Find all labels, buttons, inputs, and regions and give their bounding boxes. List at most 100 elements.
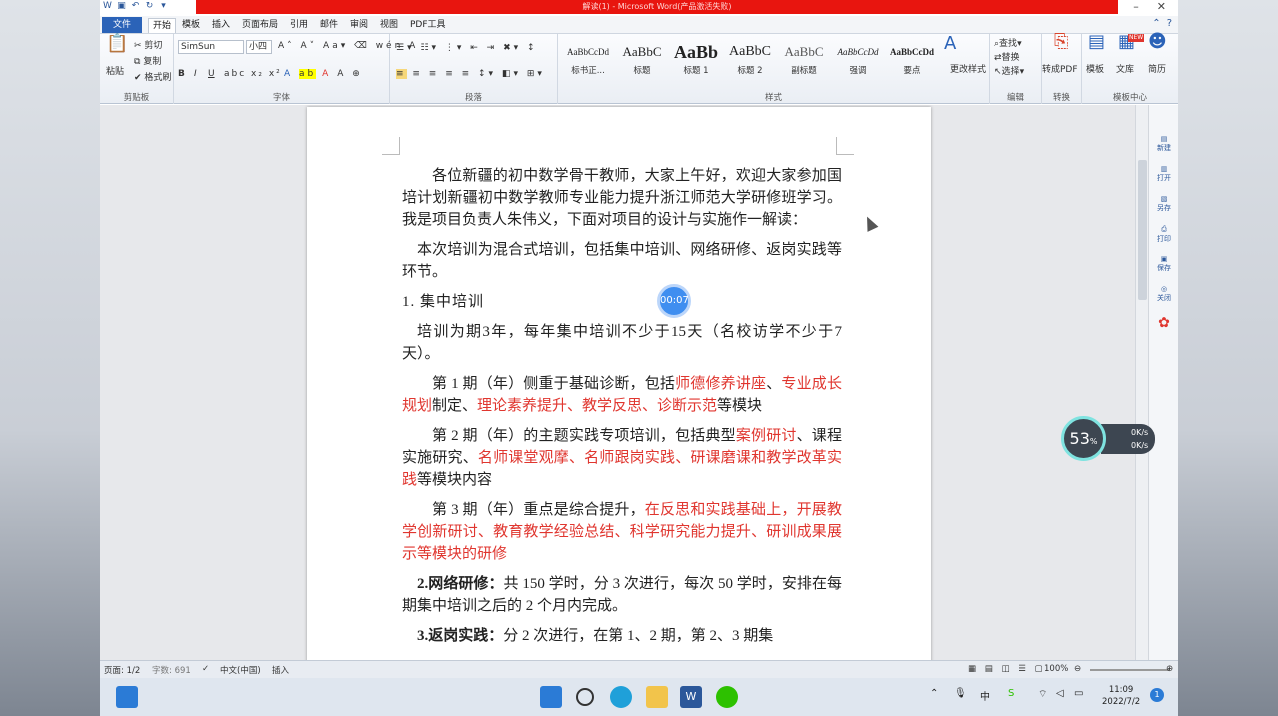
document-page[interactable]: 各位新疆的初中数学骨干教师，大家上午好，欢迎大家参加国培计划新疆初中数学教师专业… [307, 107, 931, 660]
panel-item-close[interactable]: ◎ 关闭 [1157, 285, 1171, 303]
underline-button[interactable]: U [208, 68, 215, 80]
battery-icon[interactable]: ▭ [1074, 688, 1083, 699]
zoom-level[interactable]: 100% [1044, 664, 1068, 674]
style-item[interactable]: AaBbCcDd 要点 [886, 40, 938, 86]
style-item[interactable]: AaBbC 副标题 [778, 40, 830, 86]
undo-icon[interactable]: ↶ [130, 1, 141, 12]
tray-overflow-icon[interactable]: ⌃ [930, 688, 938, 699]
tab-pdf-tools[interactable]: PDF工具 [406, 18, 450, 33]
vertical-scrollbar[interactable] [1135, 105, 1148, 660]
list-buttons[interactable]: ☰▾ ☷▾ ⋮▾ ⇤ ⇥ ✖▾ ↕ [396, 42, 538, 54]
tab-home[interactable]: 开始 [148, 18, 177, 33]
search-icon[interactable] [576, 688, 594, 706]
tab-review[interactable]: 审阅 [346, 18, 372, 33]
format-painter-button[interactable]: ✔ 格式刷 [134, 72, 171, 84]
side-panel: ▤ 新建 ▥ 打开 ▧ 另存 ⎙ 打印 ▣ 保存 ◎ 关闭 ✿ [1148, 105, 1178, 660]
style-item[interactable]: AaBbCcDd 强调 [832, 40, 884, 86]
language[interactable]: 中文(中国) [220, 664, 261, 676]
font-name-select[interactable]: SimSun [178, 40, 244, 54]
style-item[interactable]: AaBbCcDd 标书正... [562, 40, 614, 86]
save-icon[interactable]: ▣ [116, 1, 127, 12]
file-explorer-icon[interactable] [646, 686, 668, 708]
paste-icon[interactable]: 📋 [106, 35, 128, 53]
library-button[interactable]: 文库 [1116, 64, 1134, 76]
input-method[interactable]: 中 [980, 688, 990, 703]
title-bar: W ▣ ↶ ↻ ▾ 解读(1) - Microsoft Word(产品激活失败)… [100, 0, 1178, 16]
align-buttons[interactable]: ≡ ≡ ≡ ≡ ≡ ↕▾ ◧▾ ⊞▾ [396, 68, 545, 80]
tab-page-layout[interactable]: 页面布局 [238, 18, 282, 33]
tab-mailings[interactable]: 邮件 [316, 18, 342, 33]
page-count[interactable]: 页面: 1/2 [104, 664, 140, 676]
panel-item-save-as[interactable]: ▧ 另存 [1157, 195, 1171, 213]
crop-mark [836, 137, 854, 155]
find-button[interactable]: ⌕查找▾ [994, 38, 1022, 50]
change-styles-button[interactable]: 更改样式 [950, 64, 986, 76]
tab-references[interactable]: 引用 [286, 18, 312, 33]
tab-insert[interactable]: 插入 [208, 18, 234, 33]
style-item[interactable]: AaBb 标题 1 [670, 40, 722, 86]
cut-button[interactable]: ✂ 剪切 [134, 40, 162, 52]
resume-icon[interactable]: ☻ [1148, 33, 1167, 51]
word-app-icon[interactable]: W [680, 686, 702, 708]
tab-file[interactable]: 文件 [102, 17, 142, 33]
resume-button[interactable]: 简历 [1148, 64, 1166, 76]
close-icon[interactable]: ✕ [1157, 0, 1166, 14]
copy-icon: ⧉ [134, 57, 141, 67]
paragraph: 3.返岗实践：分 2 次进行，在第 1、2 期，第 2、3 期集 [417, 628, 774, 644]
font-effects-buttons[interactable]: abc x₂ x² [224, 68, 282, 80]
zoom-in-icon[interactable]: ⊕ [1166, 664, 1173, 674]
bold-button[interactable]: B [178, 68, 185, 80]
document-text[interactable]: 各位新疆的初中数学骨干教师，大家上午好，欢迎大家参加国培计划新疆初中数学教师专业… [402, 165, 842, 655]
template-button[interactable]: 模板 [1086, 64, 1104, 76]
style-item[interactable]: AaBbC 标题 [616, 40, 668, 86]
tab-view[interactable]: 视图 [376, 18, 402, 33]
paste-button[interactable]: 粘贴 [106, 66, 124, 78]
style-item[interactable]: AaBbC 标题 2 [724, 40, 776, 86]
start-icon[interactable] [540, 686, 562, 708]
text-color-buttons[interactable]: A ab A A ⊕ [284, 68, 363, 80]
quick-access-toolbar: W ▣ ↶ ↻ ▾ [102, 1, 169, 12]
wechat-icon[interactable] [716, 686, 738, 708]
replace-icon: ⇄ [994, 53, 1002, 63]
microphone-icon[interactable]: 🎙 [954, 688, 967, 699]
paragraph: 2.网络研修：共 150 学时，分 3 次进行，每次 50 学时，安排在每期集中… [402, 576, 842, 614]
panel-item-save[interactable]: ▣ 保存 [1157, 255, 1171, 273]
panel-item-new[interactable]: ▤ 新建 [1157, 135, 1171, 153]
panel-item-print[interactable]: ⎙ 打印 [1157, 225, 1171, 244]
template-icon[interactable]: ▤ [1088, 33, 1105, 51]
minimize-icon[interactable]: – [1133, 0, 1139, 14]
font-size-select[interactable]: 小四 [246, 40, 272, 54]
panel-item-open[interactable]: ▥ 打开 [1157, 165, 1171, 183]
notification-badge[interactable]: 1 [1150, 688, 1164, 702]
heading: 1. 集中培训 [402, 294, 485, 310]
help-icon[interactable]: ? [1167, 18, 1172, 29]
replace-button[interactable]: ⇄替换 [994, 52, 1020, 64]
edge-icon[interactable] [610, 686, 632, 708]
customize-icon[interactable]: ▾ [158, 1, 169, 12]
wifi-icon[interactable]: ⌔ [1038, 688, 1047, 701]
pdf-icon[interactable]: ⎘ [1054, 33, 1068, 51]
to-pdf-button[interactable]: 转成PDF [1042, 64, 1078, 76]
clock[interactable]: 11:09 2022/7/2 [1102, 684, 1140, 708]
scroll-thumb[interactable] [1138, 160, 1147, 300]
italic-button[interactable]: I [194, 68, 197, 80]
change-styles-icon[interactable]: A [944, 35, 956, 53]
clear-format-icon[interactable]: ⌫ [354, 41, 370, 51]
select-button[interactable]: ↖选择▾ [994, 66, 1024, 78]
spellcheck-icon[interactable]: ✓ [202, 664, 209, 674]
tab-template[interactable]: 模板 [178, 18, 204, 33]
view-buttons[interactable]: ▦ ▤ ◫ ☰ ▢ [968, 664, 1046, 674]
word-count[interactable]: 字数: 691 [152, 664, 191, 676]
assistant-icon[interactable]: ✿ [1157, 315, 1171, 331]
paragraph: 本次培训为混合式培训，包括集中培训、网络研修、返岗实践等环节。 [402, 242, 842, 280]
insert-mode[interactable]: 插入 [272, 664, 289, 676]
redo-icon[interactable]: ↻ [144, 1, 155, 12]
document-area[interactable]: 各位新疆的初中数学骨干教师，大家上午好，欢迎大家参加国培计划新疆初中数学教师专业… [100, 105, 1148, 660]
app-tray-icon[interactable]: S [1008, 688, 1014, 699]
zoom-slider[interactable] [1090, 669, 1170, 671]
zoom-out-icon[interactable]: ⊖ [1074, 664, 1081, 674]
collapse-ribbon-icon[interactable]: ⌃ [1152, 18, 1160, 29]
copy-button[interactable]: ⧉ 复制 [134, 56, 161, 68]
windows-start-icon[interactable] [116, 686, 138, 708]
volume-icon[interactable]: ◁ [1056, 688, 1064, 699]
